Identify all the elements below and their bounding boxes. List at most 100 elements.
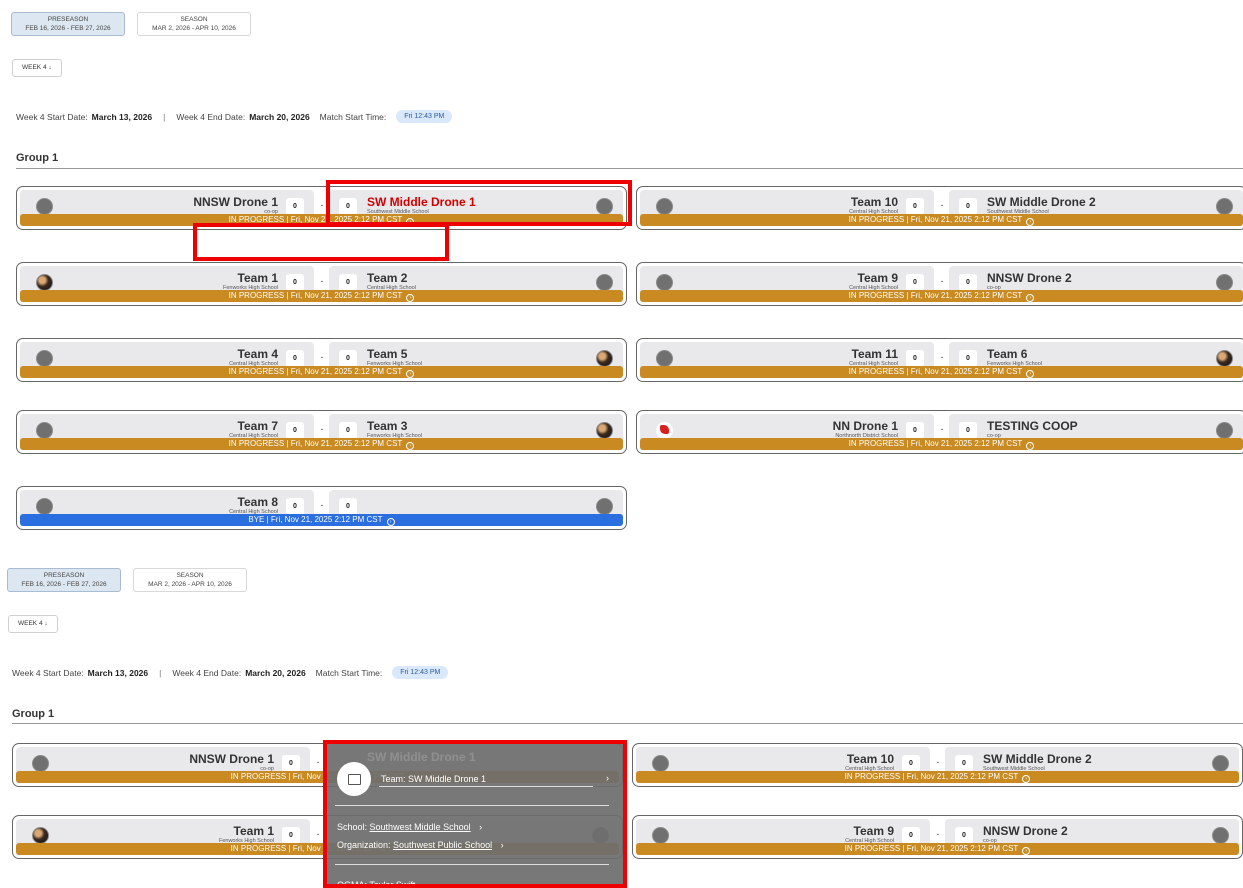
team-score: 0 — [906, 350, 924, 367]
team-logo-icon — [36, 498, 53, 515]
team-score: 0 — [282, 755, 300, 772]
popup-school-label: School: — [337, 822, 368, 832]
score-dash: - — [320, 424, 324, 434]
popup-team-value: SW Middle Drone 1 — [408, 774, 487, 784]
team-name: NN Drone 1 — [832, 419, 898, 433]
score-dash: - — [320, 500, 324, 510]
team-name: Team 2 — [367, 271, 408, 285]
season-tab[interactable]: SEASON MAR 2, 2026 - APR 10, 2026 — [133, 568, 247, 592]
score-dash: - — [936, 829, 940, 839]
popup-org-link[interactable]: Southwest Public School — [393, 840, 492, 850]
team-name: TESTING COOP — [987, 419, 1078, 433]
team-name: Team 1 — [233, 824, 274, 838]
popup-org-label: Organization: — [337, 840, 391, 850]
score-dash: - — [940, 200, 944, 210]
popup-team-underline — [379, 786, 593, 787]
team-name: Team 10 — [850, 195, 898, 209]
team-logo-icon — [1216, 198, 1233, 215]
status-text: BYE | Fri, Nov 21, 2025 2:12 PM CST — [248, 515, 383, 524]
team-score: 0 — [339, 498, 357, 515]
week-dropdown-button[interactable]: WEEK 4 ↓ — [8, 615, 58, 633]
team-logo-icon — [596, 498, 613, 515]
team-score: 0 — [959, 274, 977, 291]
match-status-bar[interactable]: IN PROGRESS | Fri, Nov 21, 2025 2:12 PM … — [636, 771, 1239, 783]
match-status-bar[interactable]: IN PROGRESS | Fri, Nov 21, 2025 2:12 PM … — [640, 366, 1243, 378]
arrow-circle-icon: › — [386, 518, 395, 526]
popup-divider — [335, 864, 609, 865]
team-name: Team 9 — [853, 824, 894, 838]
match-start-time-pill: Fri 12:43 PM — [392, 666, 449, 679]
score-dash: - — [320, 200, 324, 210]
chevron-right-icon: › — [479, 822, 483, 832]
team-name: Team 8 — [237, 495, 278, 509]
preseason-tab[interactable]: PRESEASON FEB 16, 2026 - FEB 27, 2026 — [11, 12, 125, 36]
chevron-right-icon[interactable]: › — [606, 773, 609, 783]
match-status-bar[interactable]: IN PROGRESS | Fri, Nov 21, 2025 2:12 PM … — [20, 214, 623, 226]
team-logo-icon — [656, 350, 673, 367]
match-card[interactable]: NNSW Drone 1 co-op 0 - 0 SW Middle Drone… — [16, 186, 627, 230]
team-score: 0 — [339, 198, 357, 215]
popup-organization-row[interactable]: Organization: Southwest Public School › — [337, 840, 504, 850]
arrow-circle-icon: › — [1026, 218, 1035, 226]
match-card[interactable]: Team 4 Central High School 0 - 0 Team 5 … — [16, 338, 627, 382]
preseason-tab[interactable]: PRESEASON FEB 16, 2026 - FEB 27, 2026 — [7, 568, 121, 592]
popup-school-row[interactable]: School: Southwest Middle School › — [337, 822, 482, 832]
arrow-circle-icon: › — [1022, 775, 1031, 783]
status-text: IN PROGRESS | Fri, Nov 21, 2025 2:12 PM … — [228, 291, 403, 300]
arrow-circle-icon: › — [406, 370, 415, 378]
team-logo-icon — [596, 350, 613, 367]
team-name: SW Middle Drone 2 — [983, 752, 1092, 766]
match-card[interactable]: Team 9 Central High School 0 - 0 NNSW Dr… — [636, 262, 1243, 306]
preseason-tab-name: PRESEASON — [47, 16, 89, 23]
match-card[interactable]: Team 11 Central High School 0 - 0 Team 6… — [636, 338, 1243, 382]
season-tab[interactable]: SEASON MAR 2, 2026 - APR 10, 2026 — [137, 12, 251, 36]
match-status-bar[interactable]: IN PROGRESS | Fri, Nov 21, 2025 2:12 PM … — [636, 843, 1239, 855]
match-status-bar[interactable]: IN PROGRESS | Fri, Nov 21, 2025 2:12 PM … — [640, 214, 1243, 226]
match-start-label: Match Start Time: — [315, 667, 383, 678]
match-card[interactable]: Team 9 Central High School 0 - 0 NNSW Dr… — [632, 815, 1243, 859]
status-text: IN PROGRESS | Fri, Nov 21, 2025 2:12 PM … — [228, 439, 403, 448]
match-card[interactable]: Team 10 Central High School 0 - 0 SW Mid… — [636, 186, 1243, 230]
team-logo-icon — [652, 827, 669, 844]
week-end-label: Week 4 End Date: — [176, 111, 246, 122]
team-logo-icon — [36, 198, 53, 215]
match-card[interactable]: Team 7 Central High School 0 - 0 Team 3 … — [16, 410, 627, 454]
match-card[interactable]: Team 10 Central High School 0 - 0 SW Mid… — [632, 743, 1243, 787]
team-score: 0 — [286, 422, 304, 439]
season-tab-dates: MAR 2, 2026 - APR 10, 2026 — [148, 581, 232, 588]
team-info-popup: SW Middle Drone 1 Team: SW Middle Drone … — [323, 740, 627, 888]
popup-school-link[interactable]: Southwest Middle School — [370, 822, 471, 832]
team-logo-icon — [652, 755, 669, 772]
preseason-tab-name: PRESEASON — [43, 572, 85, 579]
arrow-circle-icon: › — [1026, 442, 1035, 450]
match-card[interactable]: Team 1 Fenworks High School 0 - 0 Team 2… — [16, 262, 627, 306]
score-dash: - — [316, 829, 320, 839]
team-score: 0 — [286, 498, 304, 515]
team-name: NNSW Drone 2 — [983, 824, 1068, 838]
team-name: Team 9 — [857, 271, 898, 285]
arrow-circle-icon: › — [406, 442, 415, 450]
team-name: Team 6 — [987, 347, 1028, 361]
match-status-bar[interactable]: BYE | Fri, Nov 21, 2025 2:12 PM CST › — [20, 514, 623, 526]
status-text: IN PROGRESS | Fri, Nov 21, 2025 2:12 PM … — [228, 367, 403, 376]
match-status-bar[interactable]: IN PROGRESS | Fri, Nov 21, 2025 2:12 PM … — [640, 438, 1243, 450]
arrow-circle-icon: › — [1026, 370, 1035, 378]
match-card[interactable]: NN Drone 1 Northnorth District School 0 … — [636, 410, 1243, 454]
status-text: IN PROGRESS | Fri, Nov 21, 2025 2:12 PM … — [844, 844, 1019, 853]
match-status-bar[interactable]: IN PROGRESS | Fri, Nov 21, 2025 2:12 PM … — [20, 366, 623, 378]
team-name: Team 7 — [237, 419, 278, 433]
score-dash: - — [316, 757, 320, 767]
team-score: 0 — [902, 827, 920, 844]
week-dates-line: Week 4 Start Date: March 13, 2026 | Week… — [16, 110, 453, 123]
match-card-bye[interactable]: Team 8 Central High School 0 - 0 BYE | F… — [16, 486, 627, 530]
team-name: Team 10 — [846, 752, 894, 766]
week-dropdown-button[interactable]: WEEK 4 ↓ — [12, 59, 62, 77]
team-logo-icon — [1212, 755, 1229, 772]
match-status-bar[interactable]: IN PROGRESS | Fri, Nov 21, 2025 2:12 PM … — [20, 438, 623, 450]
popup-team-row[interactable]: Team: SW Middle Drone 1 — [381, 774, 486, 784]
team-logo-icon — [656, 422, 673, 439]
team-name: Team 11 — [851, 347, 898, 361]
match-status-bar[interactable]: IN PROGRESS | Fri, Nov 21, 2025 2:12 PM … — [640, 290, 1243, 302]
match-status-bar[interactable]: IN PROGRESS | Fri, Nov 21, 2025 2:12 PM … — [20, 290, 623, 302]
image-icon — [337, 762, 371, 796]
